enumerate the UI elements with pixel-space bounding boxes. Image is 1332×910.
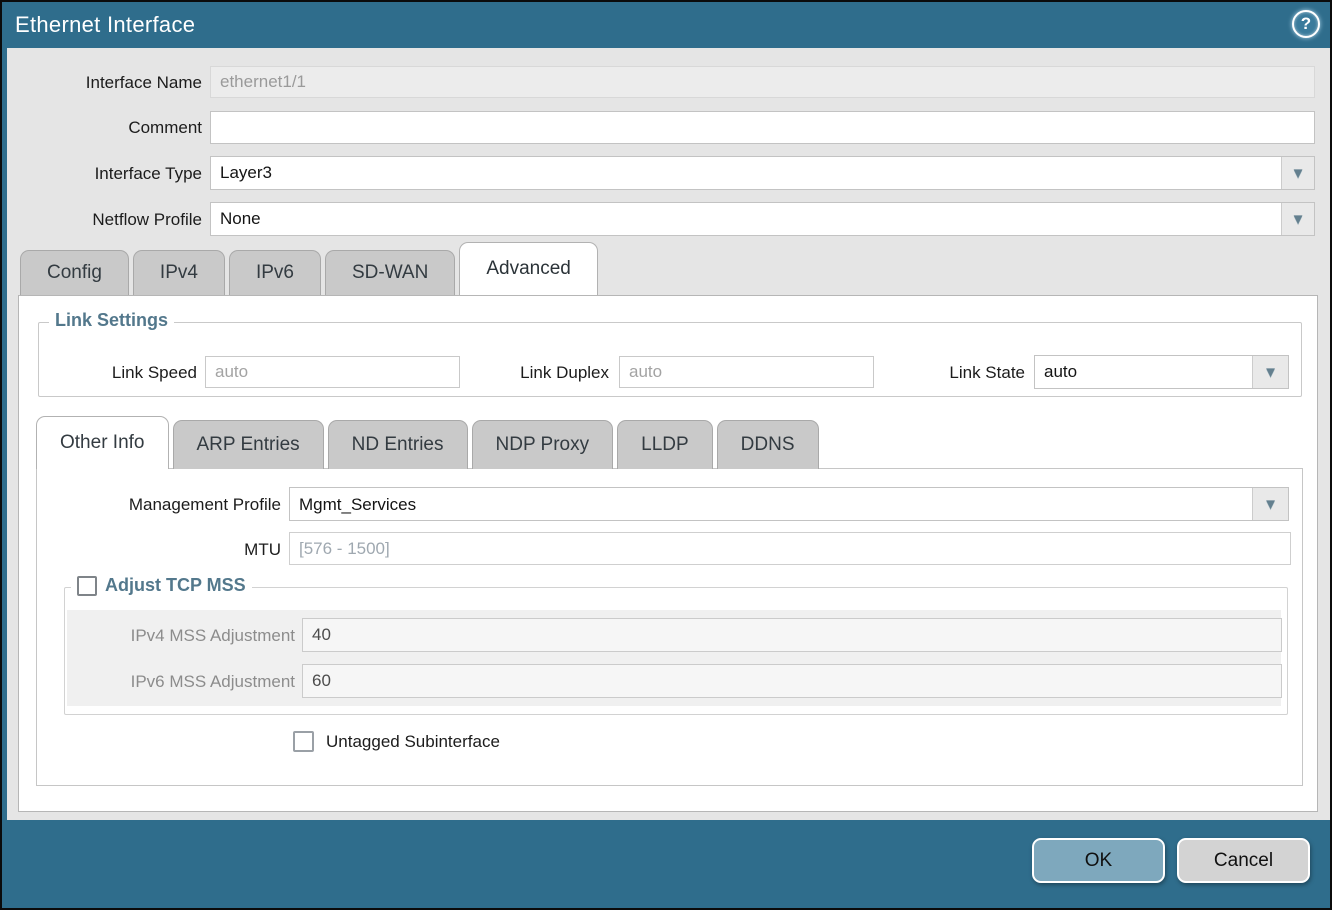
link-state-dropdown[interactable]: auto ▼ — [1034, 355, 1289, 389]
help-icon[interactable]: ? — [1292, 10, 1320, 38]
main-tab-bar: Config IPv4 IPv6 SD-WAN Advanced — [20, 250, 598, 295]
tab-lldp[interactable]: LLDP — [617, 420, 713, 469]
adjust-tcp-mss-fieldset: Adjust TCP MSS IPv4 MSS Adjustment IPv6 … — [64, 587, 1288, 715]
adjust-tcp-mss-checkbox[interactable] — [77, 576, 97, 596]
link-speed-label: Link Speed — [59, 363, 197, 383]
netflow-profile-dropdown-button[interactable]: ▼ — [1281, 203, 1314, 235]
adjust-tcp-mss-body: IPv4 MSS Adjustment IPv6 MSS Adjustment — [67, 610, 1281, 706]
link-settings-legend: Link Settings — [49, 310, 174, 331]
untagged-subinterface-row: Untagged Subinterface — [293, 731, 500, 752]
tab-ipv6[interactable]: IPv6 — [229, 250, 321, 295]
tab-advanced[interactable]: Advanced — [459, 242, 598, 295]
netflow-profile-dropdown[interactable]: None ▼ — [210, 202, 1315, 236]
management-profile-dropdown[interactable]: Mgmt_Services ▼ — [289, 487, 1289, 521]
page-title: Ethernet Interface — [15, 12, 195, 38]
chevron-down-icon: ▼ — [1291, 166, 1306, 181]
comment-label: Comment — [2, 118, 202, 138]
comment-field[interactable] — [210, 111, 1315, 144]
untagged-subinterface-label: Untagged Subinterface — [326, 732, 500, 752]
tab-nd-entries[interactable]: ND Entries — [328, 420, 468, 469]
advanced-tab-panel: Link Settings Link Speed Link Duplex Lin… — [18, 295, 1318, 812]
tab-sd-wan[interactable]: SD-WAN — [325, 250, 455, 295]
link-state-label: Link State — [889, 363, 1025, 383]
interface-type-dropdown-button[interactable]: ▼ — [1281, 157, 1314, 189]
link-duplex-label: Link Duplex — [469, 363, 609, 383]
chevron-down-icon: ▼ — [1291, 212, 1306, 227]
tab-ndp-proxy[interactable]: NDP Proxy — [472, 420, 614, 469]
link-settings-fieldset: Link Settings Link Speed Link Duplex Lin… — [38, 322, 1302, 397]
tab-config[interactable]: Config — [20, 250, 129, 295]
ipv6-mss-field — [302, 664, 1282, 698]
cancel-button[interactable]: Cancel — [1177, 838, 1310, 883]
ethernet-interface-dialog: Ethernet Interface ? Interface Name Comm… — [0, 0, 1332, 910]
management-profile-value: Mgmt_Services — [299, 495, 416, 515]
ipv4-mss-label: IPv4 MSS Adjustment — [67, 626, 295, 646]
interface-type-dropdown[interactable]: Layer3 ▼ — [210, 156, 1315, 190]
management-profile-label: Management Profile — [37, 495, 281, 515]
tab-arp-entries[interactable]: ARP Entries — [173, 420, 324, 469]
link-state-value: auto — [1044, 362, 1077, 382]
netflow-profile-label: Netflow Profile — [2, 210, 202, 230]
chevron-down-icon: ▼ — [1263, 497, 1278, 512]
chevron-down-icon: ▼ — [1263, 365, 1278, 380]
tab-ipv4[interactable]: IPv4 — [133, 250, 225, 295]
link-speed-field[interactable] — [205, 356, 460, 388]
ok-button[interactable]: OK — [1032, 838, 1165, 883]
mtu-field[interactable] — [289, 532, 1291, 565]
interface-type-label: Interface Type — [2, 164, 202, 184]
untagged-subinterface-checkbox[interactable] — [293, 731, 314, 752]
link-state-dropdown-button[interactable]: ▼ — [1252, 356, 1288, 388]
interface-name-field — [210, 66, 1315, 98]
tab-ddns[interactable]: DDNS — [717, 420, 819, 469]
adjust-tcp-mss-legend: Adjust TCP MSS — [71, 575, 252, 596]
ipv4-mss-field — [302, 618, 1282, 652]
footer-bar: OK Cancel — [2, 820, 1330, 908]
tab-other-info[interactable]: Other Info — [36, 416, 169, 469]
netflow-profile-value: None — [220, 209, 261, 229]
title-bar: Ethernet Interface ? — [2, 2, 1330, 48]
mtu-label: MTU — [37, 540, 281, 560]
management-profile-dropdown-button[interactable]: ▼ — [1252, 488, 1288, 520]
interface-type-value: Layer3 — [220, 163, 272, 183]
adjust-tcp-mss-legend-text: Adjust TCP MSS — [105, 575, 246, 596]
link-duplex-field[interactable] — [619, 356, 874, 388]
ipv6-mss-label: IPv6 MSS Adjustment — [67, 672, 295, 692]
interface-name-label: Interface Name — [2, 73, 202, 93]
other-info-panel: Management Profile Mgmt_Services ▼ MTU A… — [36, 468, 1303, 786]
sub-tab-bar: Other Info ARP Entries ND Entries NDP Pr… — [36, 416, 819, 469]
